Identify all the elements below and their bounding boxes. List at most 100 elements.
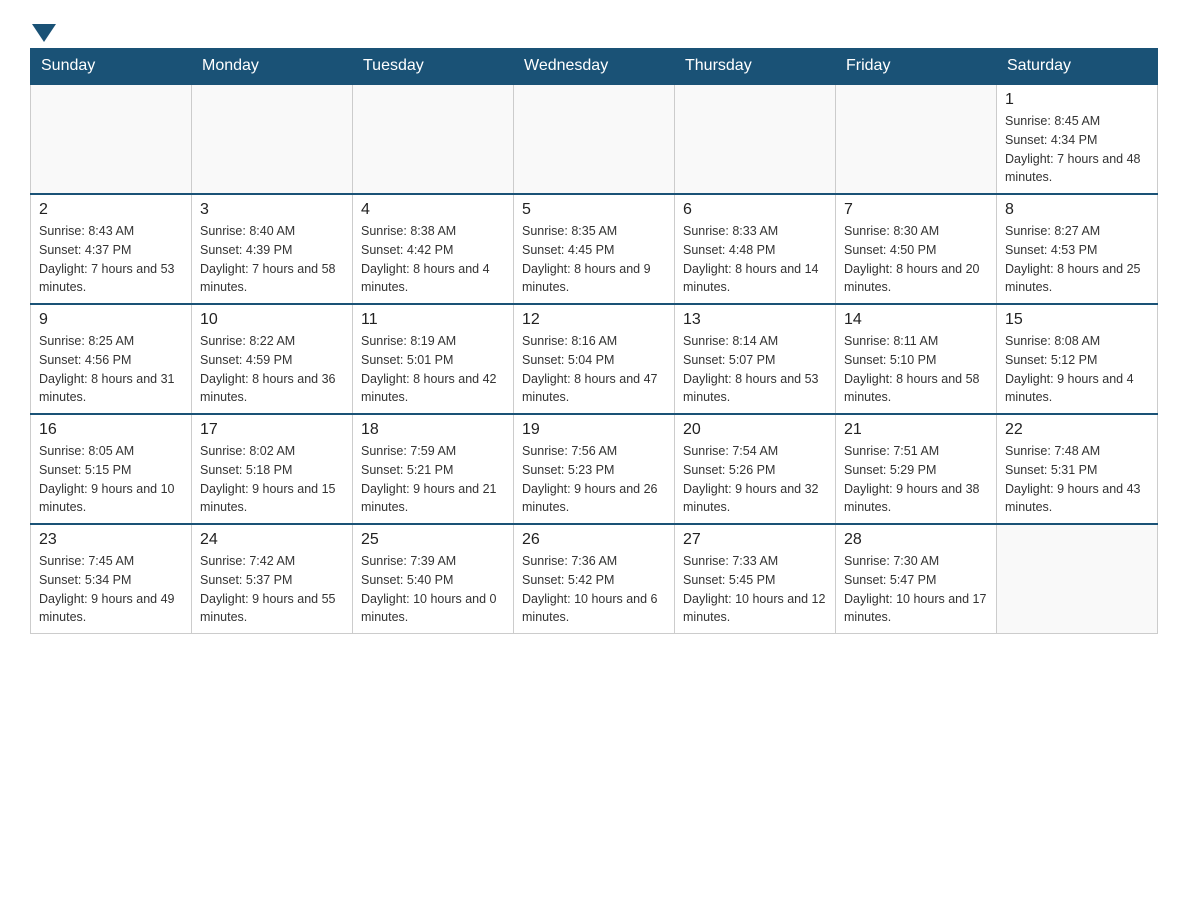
calendar-cell: 17 Sunrise: 8:02 AMSunset: 5:18 PMDayligh… [192,414,353,524]
day-info: Sunrise: 8:25 AMSunset: 4:56 PMDaylight:… [39,332,183,407]
day-number: 12 [522,311,666,329]
day-number: 13 [683,311,827,329]
day-number: 26 [522,531,666,549]
calendar-cell: 11 Sunrise: 8:19 AMSunset: 5:01 PMDayligh… [353,304,514,414]
day-info: Sunrise: 8:35 AMSunset: 4:45 PMDaylight:… [522,222,666,297]
calendar-cell: 14 Sunrise: 8:11 AMSunset: 5:10 PMDayligh… [836,304,997,414]
calendar-week-5: 23 Sunrise: 7:45 AMSunset: 5:34 PMDayligh… [31,524,1158,634]
day-info: Sunrise: 7:54 AMSunset: 5:26 PMDaylight:… [683,442,827,517]
day-info: Sunrise: 8:22 AMSunset: 4:59 PMDaylight:… [200,332,344,407]
calendar-header-saturday: Saturday [997,49,1158,85]
calendar-cell: 3 Sunrise: 8:40 AMSunset: 4:39 PMDaylight… [192,194,353,304]
day-info: Sunrise: 7:42 AMSunset: 5:37 PMDaylight:… [200,552,344,627]
calendar-cell [997,524,1158,634]
calendar-cell: 19 Sunrise: 7:56 AMSunset: 5:23 PMDayligh… [514,414,675,524]
day-number: 24 [200,531,344,549]
day-info: Sunrise: 8:02 AMSunset: 5:18 PMDaylight:… [200,442,344,517]
day-info: Sunrise: 7:51 AMSunset: 5:29 PMDaylight:… [844,442,988,517]
day-info: Sunrise: 8:45 AMSunset: 4:34 PMDaylight:… [1005,112,1149,187]
calendar-week-1: 1Sunrise: 8:45 AMSunset: 4:34 PMDaylight… [31,84,1158,194]
calendar-cell: 21 Sunrise: 7:51 AMSunset: 5:29 PMDayligh… [836,414,997,524]
calendar-cell: 27 Sunrise: 7:33 AMSunset: 5:45 PMDayligh… [675,524,836,634]
day-info: Sunrise: 7:59 AMSunset: 5:21 PMDaylight:… [361,442,505,517]
day-info: Sunrise: 8:16 AMSunset: 5:04 PMDaylight:… [522,332,666,407]
calendar-header-thursday: Thursday [675,49,836,85]
day-info: Sunrise: 8:19 AMSunset: 5:01 PMDaylight:… [361,332,505,407]
calendar-cell [353,84,514,194]
day-number: 20 [683,421,827,439]
day-number: 25 [361,531,505,549]
calendar-cell [675,84,836,194]
day-info: Sunrise: 7:33 AMSunset: 5:45 PMDaylight:… [683,552,827,627]
calendar-cell: 28Sunrise: 7:30 AMSunset: 5:47 PMDayligh… [836,524,997,634]
day-number: 14 [844,311,988,329]
logo-arrow-icon [32,24,56,42]
calendar-cell: 5 Sunrise: 8:35 AMSunset: 4:45 PMDaylight… [514,194,675,304]
page-header [30,20,1158,38]
calendar-header-friday: Friday [836,49,997,85]
calendar-cell: 10 Sunrise: 8:22 AMSunset: 4:59 PMDayligh… [192,304,353,414]
calendar-cell: 22Sunrise: 7:48 AMSunset: 5:31 PMDayligh… [997,414,1158,524]
day-number: 19 [522,421,666,439]
day-number: 18 [361,421,505,439]
day-number: 5 [522,201,666,219]
calendar-cell: 1Sunrise: 8:45 AMSunset: 4:34 PMDaylight… [997,84,1158,194]
day-info: Sunrise: 7:39 AMSunset: 5:40 PMDaylight:… [361,552,505,627]
calendar-header-wednesday: Wednesday [514,49,675,85]
day-info: Sunrise: 7:48 AMSunset: 5:31 PMDaylight:… [1005,442,1149,517]
calendar-week-3: 9 Sunrise: 8:25 AMSunset: 4:56 PMDaylight… [31,304,1158,414]
day-number: 17 [200,421,344,439]
calendar-cell [836,84,997,194]
day-info: Sunrise: 8:05 AMSunset: 5:15 PMDaylight:… [39,442,183,517]
calendar-cell: 24 Sunrise: 7:42 AMSunset: 5:37 PMDayligh… [192,524,353,634]
day-number: 23 [39,531,183,549]
calendar-cell: 8 Sunrise: 8:27 AMSunset: 4:53 PMDaylight… [997,194,1158,304]
calendar-header-sunday: Sunday [31,49,192,85]
calendar-cell [31,84,192,194]
day-info: Sunrise: 8:27 AMSunset: 4:53 PMDaylight:… [1005,222,1149,297]
calendar-cell: 7 Sunrise: 8:30 AMSunset: 4:50 PMDaylight… [836,194,997,304]
calendar-cell: 4 Sunrise: 8:38 AMSunset: 4:42 PMDaylight… [353,194,514,304]
calendar-header-monday: Monday [192,49,353,85]
calendar-cell: 26 Sunrise: 7:36 AMSunset: 5:42 PMDayligh… [514,524,675,634]
day-info: Sunrise: 8:11 AMSunset: 5:10 PMDaylight:… [844,332,988,407]
day-info: Sunrise: 7:30 AMSunset: 5:47 PMDaylight:… [844,552,988,627]
calendar-header-tuesday: Tuesday [353,49,514,85]
calendar-cell: 23 Sunrise: 7:45 AMSunset: 5:34 PMDayligh… [31,524,192,634]
calendar-cell [514,84,675,194]
day-number: 7 [844,201,988,219]
day-number: 8 [1005,201,1149,219]
calendar-week-2: 2Sunrise: 8:43 AMSunset: 4:37 PMDaylight… [31,194,1158,304]
day-number: 27 [683,531,827,549]
calendar-cell: 16Sunrise: 8:05 AMSunset: 5:15 PMDayligh… [31,414,192,524]
day-number: 10 [200,311,344,329]
calendar-header-row: SundayMondayTuesdayWednesdayThursdayFrid… [31,49,1158,85]
calendar-cell: 9 Sunrise: 8:25 AMSunset: 4:56 PMDaylight… [31,304,192,414]
calendar-week-4: 16Sunrise: 8:05 AMSunset: 5:15 PMDayligh… [31,414,1158,524]
day-number: 11 [361,311,505,329]
day-info: Sunrise: 7:45 AMSunset: 5:34 PMDaylight:… [39,552,183,627]
day-number: 15 [1005,311,1149,329]
calendar-cell: 15Sunrise: 8:08 AMSunset: 5:12 PMDayligh… [997,304,1158,414]
day-info: Sunrise: 8:38 AMSunset: 4:42 PMDaylight:… [361,222,505,297]
calendar-cell: 2Sunrise: 8:43 AMSunset: 4:37 PMDaylight… [31,194,192,304]
calendar-body: 1Sunrise: 8:45 AMSunset: 4:34 PMDaylight… [31,84,1158,634]
day-number: 9 [39,311,183,329]
day-info: Sunrise: 8:40 AMSunset: 4:39 PMDaylight:… [200,222,344,297]
calendar-cell [192,84,353,194]
day-number: 3 [200,201,344,219]
day-info: Sunrise: 7:36 AMSunset: 5:42 PMDaylight:… [522,552,666,627]
day-number: 6 [683,201,827,219]
calendar-cell: 20 Sunrise: 7:54 AMSunset: 5:26 PMDayligh… [675,414,836,524]
calendar-cell: 6 Sunrise: 8:33 AMSunset: 4:48 PMDaylight… [675,194,836,304]
day-info: Sunrise: 8:33 AMSunset: 4:48 PMDaylight:… [683,222,827,297]
day-info: Sunrise: 7:56 AMSunset: 5:23 PMDaylight:… [522,442,666,517]
day-info: Sunrise: 8:30 AMSunset: 4:50 PMDaylight:… [844,222,988,297]
calendar-cell: 13Sunrise: 8:14 AMSunset: 5:07 PMDayligh… [675,304,836,414]
logo [30,20,56,38]
day-number: 21 [844,421,988,439]
day-info: Sunrise: 8:43 AMSunset: 4:37 PMDaylight:… [39,222,183,297]
calendar-cell: 18 Sunrise: 7:59 AMSunset: 5:21 PMDayligh… [353,414,514,524]
calendar-table: SundayMondayTuesdayWednesdayThursdayFrid… [30,48,1158,634]
day-number: 4 [361,201,505,219]
